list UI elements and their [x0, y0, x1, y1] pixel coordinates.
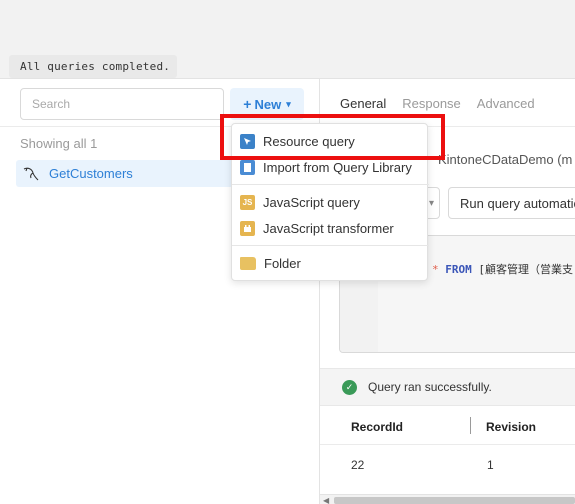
- menu-divider: [232, 245, 429, 246]
- menu-item-javascript-transformer[interactable]: JavaScript transformer: [232, 216, 429, 240]
- scrollbar-thumb[interactable]: [334, 497, 575, 504]
- run-mode-select[interactable]: Run query automatic: [448, 187, 575, 219]
- tab-advanced[interactable]: Advanced: [477, 96, 535, 111]
- tab-response[interactable]: Response: [402, 96, 461, 111]
- folder-icon: [240, 256, 256, 270]
- column-header-revision[interactable]: Revision: [486, 420, 536, 434]
- column-separator[interactable]: [470, 417, 471, 434]
- resource-select[interactable]: KintoneCDataDemo (m: [438, 152, 572, 167]
- table-cell: 1: [487, 458, 494, 472]
- highlight-box: [220, 114, 445, 160]
- divider: [320, 444, 575, 445]
- query-item-getcustomers[interactable]: GetCustomers: [16, 160, 236, 187]
- check-circle-icon: ✓: [342, 380, 357, 395]
- editor-tabs: General Response Advanced: [340, 96, 551, 111]
- sql-code-line: * FROM [顧客管理（営業支: [432, 263, 573, 276]
- showing-count: Showing all 1: [20, 136, 98, 151]
- horizontal-scrollbar[interactable]: ◀: [320, 494, 575, 504]
- column-header-recordid[interactable]: RecordId: [351, 420, 403, 434]
- status-toast: All queries completed.: [9, 55, 177, 78]
- mysql-dolphin-icon: [23, 167, 39, 180]
- query-library-icon: [240, 159, 255, 175]
- transformer-icon: [240, 220, 255, 236]
- search-input[interactable]: [20, 88, 224, 120]
- tab-general[interactable]: General: [340, 96, 386, 111]
- chevron-down-icon: ▾: [428, 197, 434, 209]
- query-item-label: GetCustomers: [49, 166, 133, 181]
- menu-item-folder[interactable]: Folder: [232, 251, 429, 275]
- scroll-left-icon[interactable]: ◀: [323, 496, 329, 504]
- table-cell: 22: [351, 458, 365, 472]
- query-status-text: Query ran successfully.: [368, 380, 492, 394]
- javascript-icon: JS: [240, 194, 255, 210]
- menu-divider: [232, 184, 429, 185]
- new-button-label: New: [254, 96, 282, 112]
- chevron-down-icon: ▾: [286, 98, 291, 109]
- query-status-bar: ✓ Query ran successfully.: [320, 368, 575, 406]
- menu-item-javascript-query[interactable]: JS JavaScript query: [232, 190, 429, 214]
